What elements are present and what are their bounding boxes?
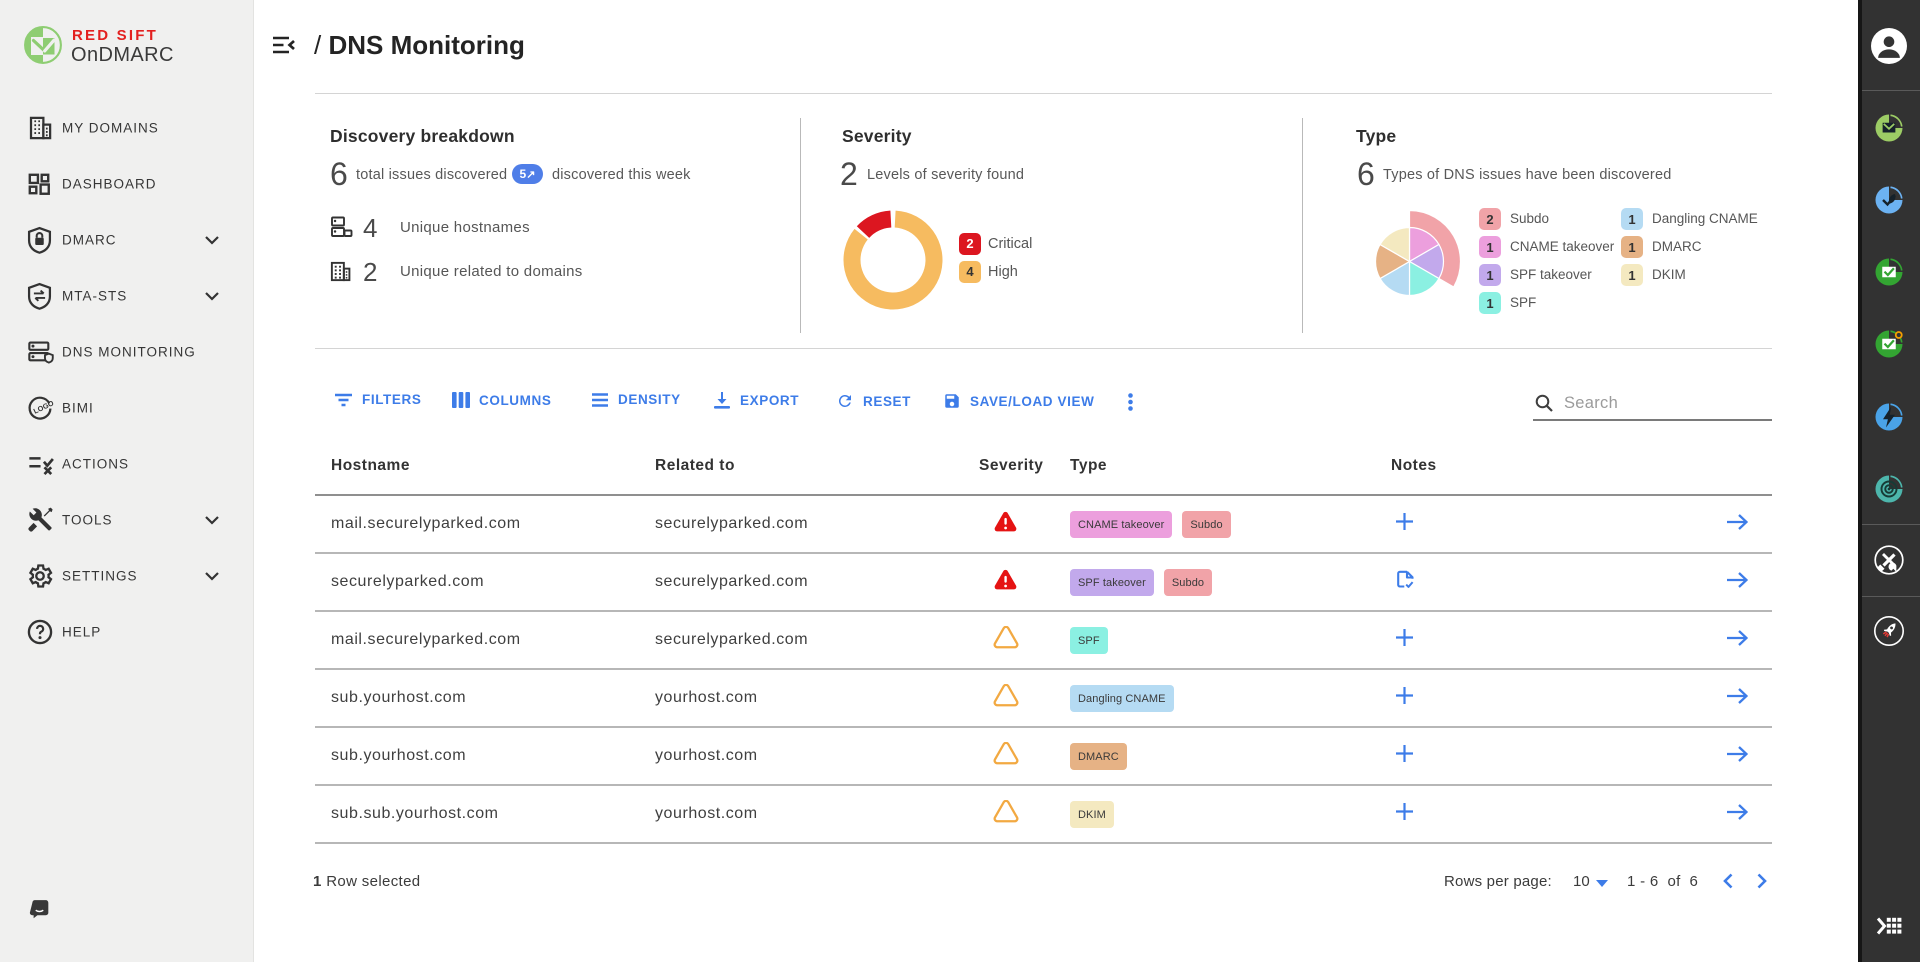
svg-text:LOGO: LOGO bbox=[32, 398, 54, 415]
